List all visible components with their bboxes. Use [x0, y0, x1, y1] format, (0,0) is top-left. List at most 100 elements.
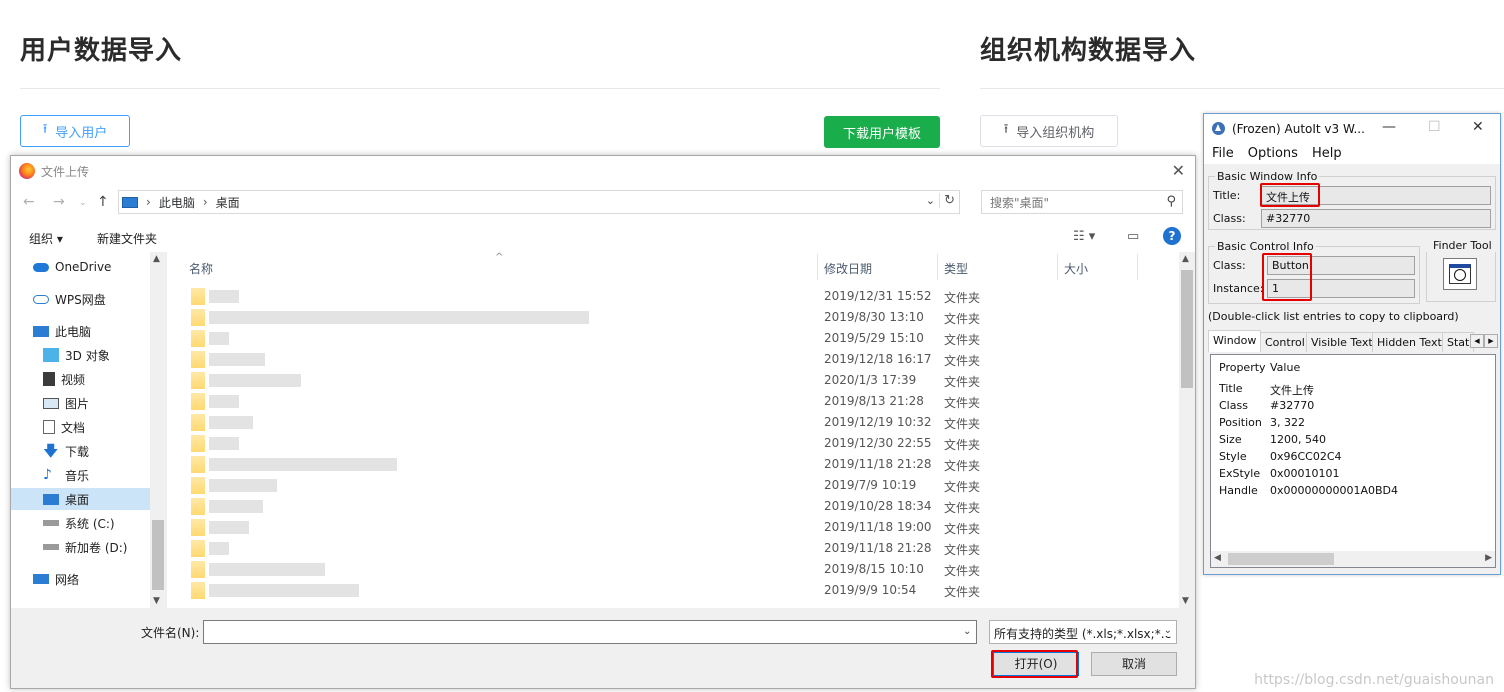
sidebar-item-pictures[interactable]: 图片	[11, 392, 150, 414]
control-class-field[interactable]: Button	[1267, 256, 1415, 275]
scroll-up-icon[interactable]: ▲	[153, 254, 160, 264]
breadcrumb-this-pc[interactable]: 此电脑	[159, 194, 195, 211]
file-type-select[interactable]: 所有支持的类型 (*.xls;*.xlsx;*.c ⌄	[989, 620, 1177, 644]
column-header-size[interactable]: 大小	[1064, 260, 1088, 277]
table-row[interactable]: 2019/11/18 21:28 文件夹	[171, 538, 1181, 559]
menu-options[interactable]: Options	[1248, 146, 1298, 161]
title-field[interactable]: 文件上传	[1261, 186, 1491, 205]
import-users-button[interactable]: ⭱ 导入用户	[20, 115, 130, 147]
back-arrow-icon[interactable]: ←	[23, 194, 35, 210]
sidebar-item-drive-d[interactable]: 新加卷 (D:)	[11, 536, 150, 558]
scroll-up-icon[interactable]: ▲	[1182, 254, 1189, 264]
download-arrow-icon: 🡇	[43, 442, 59, 460]
view-options-icon[interactable]: ☷ ▾	[1073, 229, 1095, 244]
scroll-down-icon[interactable]: ▼	[153, 596, 160, 606]
tab-window[interactable]: Window	[1208, 330, 1262, 352]
table-row[interactable]: 2019/12/18 16:17 文件夹	[171, 349, 1181, 370]
sidebar-item-drive-c[interactable]: 系统 (C:)	[11, 512, 150, 534]
sidebar-item-onedrive[interactable]: OneDrive	[11, 256, 150, 278]
table-row[interactable]: 2019/8/15 10:10 文件夹	[171, 559, 1181, 580]
row-date: 2019/8/30 13:10	[824, 310, 924, 324]
row-date: 2019/12/19 10:32	[824, 415, 932, 429]
chevron-down-icon[interactable]: ⌄	[926, 194, 935, 207]
table-row[interactable]: 2019/5/29 15:10 文件夹	[171, 328, 1181, 349]
tab-visible-text[interactable]: Visible Text	[1306, 332, 1378, 352]
folder-icon	[191, 330, 205, 347]
help-icon[interactable]: ?	[1163, 227, 1181, 245]
table-row[interactable]: 2019/12/31 15:52 文件夹	[171, 286, 1181, 307]
filename-input[interactable]	[203, 620, 977, 644]
forward-arrow-icon[interactable]: →	[53, 194, 65, 210]
up-arrow-icon[interactable]: ↑	[97, 194, 109, 210]
sidebar-item-3d[interactable]: 3D 对象	[11, 344, 150, 366]
table-row[interactable]: 2019/12/19 10:32 文件夹	[171, 412, 1181, 433]
tab-control[interactable]: Control	[1260, 332, 1310, 352]
new-folder-button[interactable]: 新建文件夹	[97, 230, 157, 247]
import-org-button[interactable]: ⭱ 导入组织机构	[980, 115, 1118, 147]
sidebar-item-music[interactable]: ♪ 音乐	[11, 464, 150, 486]
column-header-date[interactable]: 修改日期	[824, 260, 872, 277]
minimize-icon[interactable]: —	[1382, 119, 1396, 135]
maximize-icon[interactable]: ☐	[1428, 119, 1441, 135]
scroll-down-icon[interactable]: ▼	[1182, 596, 1189, 606]
dialog-titlebar[interactable]: 文件上传 ✕	[11, 156, 1195, 186]
sidebar-item-network[interactable]: 网络	[11, 568, 150, 590]
column-header-name[interactable]: 名称	[189, 260, 213, 277]
menu-help[interactable]: Help	[1312, 146, 1342, 161]
sidebar-item-videos[interactable]: 视频	[11, 368, 150, 390]
cancel-button[interactable]: 取消	[1091, 652, 1177, 676]
table-row[interactable]: 2020/1/3 17:39 文件夹	[171, 370, 1181, 391]
column-header-type[interactable]: 类型	[944, 260, 968, 277]
table-row[interactable]: 2019/11/18 21:28 文件夹	[171, 454, 1181, 475]
sidebar-item-desktop[interactable]: 桌面	[11, 488, 150, 510]
class-field[interactable]: #32770	[1261, 209, 1491, 228]
sidebar-item-wps[interactable]: WPS网盘	[11, 288, 150, 310]
instance-label: Instance:	[1213, 282, 1264, 295]
scroll-left-icon[interactable]: ◀	[1214, 553, 1221, 563]
scroll-right-icon[interactable]: ▶	[1485, 553, 1492, 563]
refresh-icon[interactable]: ↻	[939, 193, 955, 208]
property-key: ExStyle	[1219, 467, 1261, 480]
search-input[interactable]: 搜索"桌面" ⚲	[981, 190, 1183, 214]
autoit-titlebar[interactable]: (Frozen) AutoIt v3 W... — ☐ ✕	[1204, 114, 1500, 144]
table-row[interactable]: 2019/9/9 10:54 文件夹	[171, 580, 1181, 601]
properties-hscrollbar[interactable]: ◀ ▶	[1211, 551, 1495, 567]
sidebar-item-this-pc[interactable]: 此电脑	[11, 320, 150, 342]
row-type: 文件夹	[944, 312, 981, 326]
basic-control-info-group: Basic Control Info Class: Button Instanc…	[1208, 240, 1420, 304]
table-row[interactable]: 2019/8/30 13:10 文件夹	[171, 307, 1181, 328]
value-header: Value	[1270, 361, 1301, 374]
sidebar-item-downloads[interactable]: 🡇 下载	[11, 440, 150, 462]
open-button[interactable]: 打开(O)	[993, 652, 1079, 676]
menu-file[interactable]: File	[1212, 146, 1234, 161]
download-template-button[interactable]: 下载用户模板	[824, 116, 940, 148]
file-list: ^ 名称 修改日期 类型 大小 2019/12/31 15:52 文件夹 2019…	[171, 252, 1195, 608]
table-row[interactable]: 2019/8/13 21:28 文件夹	[171, 391, 1181, 412]
sidebar-item-documents[interactable]: 文档	[11, 416, 150, 438]
address-bar[interactable]: › 此电脑 › 桌面 ⌄ ↻	[118, 190, 960, 214]
table-row[interactable]: 2019/11/18 19:00 文件夹	[171, 517, 1181, 538]
row-type: 文件夹	[944, 375, 981, 389]
tab-hidden-text[interactable]: Hidden Text	[1372, 332, 1447, 352]
tab-right-icon[interactable]: ▶	[1484, 334, 1498, 348]
folder-icon	[191, 561, 205, 578]
organize-menu[interactable]: 组织 ▾	[29, 230, 63, 247]
close-icon[interactable]: ✕	[1172, 161, 1185, 180]
preview-pane-icon[interactable]: ▭	[1127, 229, 1139, 244]
breadcrumb-desktop[interactable]: 桌面	[216, 194, 240, 211]
close-icon[interactable]: ✕	[1472, 119, 1484, 135]
row-type: 文件夹	[944, 564, 981, 578]
file-list-scrollbar[interactable]: ▲ ▼	[1179, 252, 1195, 608]
sidebar-scrollbar[interactable]: ▲ ▼	[150, 252, 166, 608]
chevron-down-icon: ⌄	[1163, 625, 1172, 636]
table-row[interactable]: 2019/12/30 22:55 文件夹	[171, 433, 1181, 454]
sidebar-scroll-thumb[interactable]	[152, 520, 164, 590]
file-list-scroll-thumb[interactable]	[1181, 270, 1193, 388]
instance-field[interactable]: 1	[1267, 279, 1415, 298]
tab-left-icon[interactable]: ◀	[1470, 334, 1484, 348]
recent-dropdown-icon[interactable]: ⌄	[79, 198, 87, 208]
properties-scroll-thumb[interactable]	[1228, 553, 1334, 565]
table-row[interactable]: 2019/10/28 18:34 文件夹	[171, 496, 1181, 517]
finder-tool-button[interactable]	[1443, 258, 1477, 290]
table-row[interactable]: 2019/7/9 10:19 文件夹	[171, 475, 1181, 496]
